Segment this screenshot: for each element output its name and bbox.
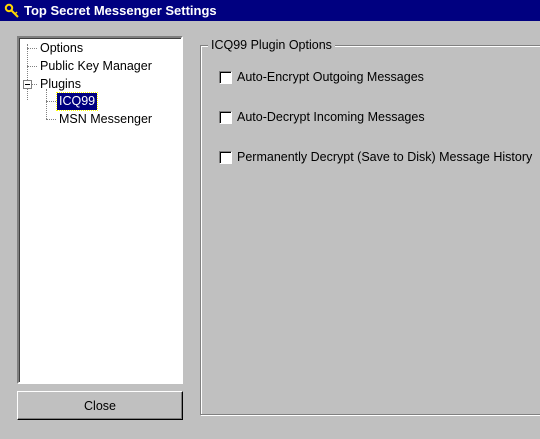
window-title: Top Secret Messenger Settings bbox=[24, 3, 217, 18]
tree-connector bbox=[27, 44, 28, 100]
tree-item-public-key-manager[interactable]: Public Key Manager bbox=[40, 58, 152, 75]
tree-item-msn-messenger[interactable]: MSN Messenger bbox=[59, 111, 152, 128]
tree-connector bbox=[27, 48, 37, 49]
permanent-decrypt-label: Permanently Decrypt (Save to Disk) Messa… bbox=[237, 150, 533, 164]
auto-decrypt-label: Auto-Decrypt Incoming Messages bbox=[237, 110, 425, 124]
tree-connector bbox=[32, 84, 37, 85]
tree-item-plugins[interactable]: Plugins bbox=[40, 76, 81, 93]
auto-decrypt-checkbox[interactable]: Auto-Decrypt Incoming Messages bbox=[219, 109, 425, 125]
checkbox-box[interactable] bbox=[219, 70, 232, 84]
auto-encrypt-label: Auto-Encrypt Outgoing Messages bbox=[237, 70, 424, 84]
group-title: ICQ99 Plugin Options bbox=[208, 38, 335, 52]
tree-connector bbox=[27, 66, 37, 67]
checkbox-box[interactable] bbox=[219, 110, 232, 124]
checkbox-box[interactable] bbox=[219, 150, 232, 164]
tree-item-icq99[interactable]: ICQ99 bbox=[55, 92, 99, 111]
tree-connector bbox=[46, 101, 56, 102]
key-icon bbox=[4, 3, 19, 18]
close-button-label: Close bbox=[84, 398, 116, 413]
plugin-options-group bbox=[200, 45, 540, 415]
close-button[interactable]: Close bbox=[17, 391, 183, 420]
tree-connector bbox=[46, 119, 56, 120]
title-bar[interactable]: Top Secret Messenger Settings bbox=[0, 0, 540, 21]
tree-item-options[interactable]: Options bbox=[40, 40, 83, 57]
settings-tree[interactable]: Options Public Key Manager Plugins ICQ99… bbox=[17, 36, 183, 384]
permanent-decrypt-checkbox[interactable]: Permanently Decrypt (Save to Disk) Messa… bbox=[219, 149, 532, 165]
auto-encrypt-checkbox[interactable]: Auto-Encrypt Outgoing Messages bbox=[219, 69, 424, 85]
tree-connector bbox=[46, 89, 47, 119]
collapse-plugins-icon[interactable] bbox=[23, 80, 32, 89]
